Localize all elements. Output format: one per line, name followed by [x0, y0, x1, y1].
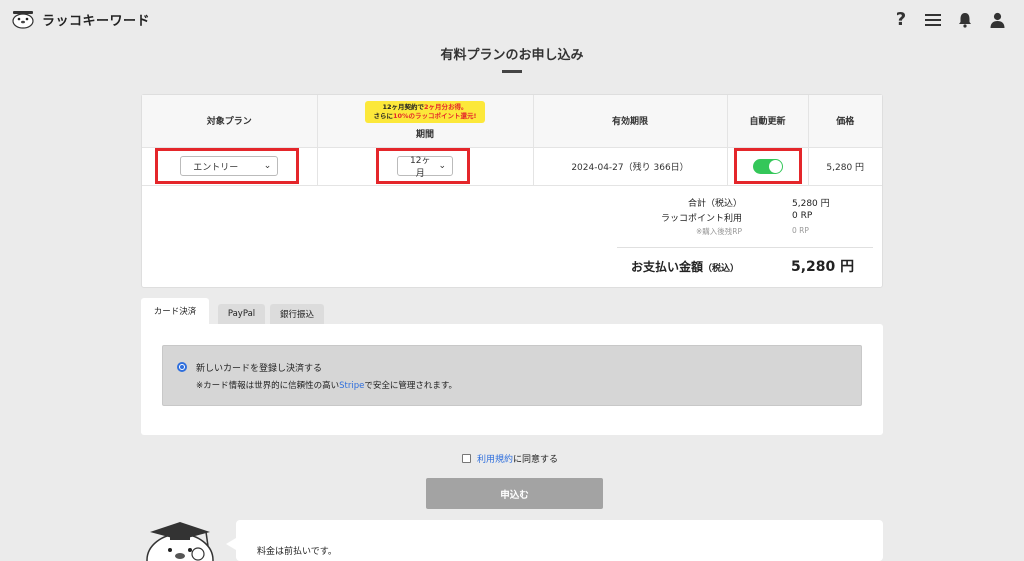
new-card-radio[interactable] [177, 362, 187, 372]
logo[interactable]: ラッコキーワード [10, 9, 150, 29]
top-bar: ラッコキーワード ? [0, 0, 1024, 40]
remaining-label: ※購入後残RP [695, 227, 742, 236]
new-card-label: 新しいカードを登録し決済する [196, 364, 323, 374]
terms-text: に同意する [513, 455, 559, 465]
highlight-plan-select [155, 148, 299, 184]
card-option-box: 新しいカードを登録し決済する ※カード情報は世界的に信頼性の高いStripeで安… [162, 345, 862, 406]
tab-paypal[interactable]: PayPal [218, 304, 265, 324]
speech-bubble: 料金は前払いです。 [226, 520, 883, 561]
otter-mascot-icon [146, 522, 214, 561]
help-glyph: ? [895, 9, 907, 30]
highlight-auto-renew [734, 148, 802, 184]
bell-icon[interactable] [956, 11, 974, 29]
promo-line1-b: 2ヶ月分お得。 [424, 103, 468, 112]
logo-text: ラッコキーワード [42, 13, 151, 29]
payment-value: 5,280 円 [791, 259, 855, 275]
menu-icon[interactable] [924, 11, 942, 29]
tab-card[interactable]: カード決済 [141, 298, 209, 324]
card-payment-panel: 新しいカードを登録し決済する ※カード情報は世界的に信頼性の高いStripeで安… [141, 324, 883, 435]
otter-logo-icon [12, 11, 34, 29]
user-icon[interactable] [988, 11, 1006, 29]
expiry-cell: 2024-04-27（残り 366日） [533, 147, 728, 186]
stripe-link[interactable]: Stripe [339, 381, 364, 391]
promo-badge: 12ヶ月契約で2ヶ月分お得。 さらに10%のラッコポイント還元! [365, 101, 485, 124]
header-plan: 対象プラン [142, 95, 318, 148]
points-value: 0 RP [792, 211, 813, 221]
promo-line2-a: さらに [373, 112, 393, 121]
header-price: 価格 [808, 95, 882, 148]
points-label: ラッコポイント利用 [660, 214, 742, 224]
tab-bank[interactable]: 銀行振込 [270, 304, 324, 324]
header-period-label: 期間 [415, 130, 434, 141]
terms-agreement: 利用規約に同意する [462, 452, 558, 465]
summary-divider [617, 247, 873, 248]
promo-line2-b: 10%のラッコポイント還元! [392, 112, 477, 121]
payment-label-text: お支払い金額 [630, 260, 703, 274]
terms-link[interactable]: 利用規約 [477, 455, 513, 465]
card-note: ※カード情報は世界的に信頼性の高いStripeで安全に管理されます。 [196, 379, 457, 391]
title-underline [502, 70, 522, 73]
total-value: 5,280 円 [792, 199, 830, 209]
page-title: 有料プランのお申し込み [440, 48, 584, 63]
remaining-value: 0 RP [792, 226, 809, 235]
total-label: 合計（税込） [687, 199, 742, 209]
submit-button[interactable]: 申込む [426, 478, 603, 509]
help-icon[interactable]: ? [892, 11, 910, 29]
plan-card: 対象プラン 12ヶ月契約で2ヶ月分お得。 さらに10%のラッコポイント還元! 期… [141, 94, 883, 288]
payment-tax: （税込） [702, 264, 739, 274]
payment-label: お支払い金額（税込） [631, 258, 739, 275]
card-note-after: で安全に管理されます。 [364, 381, 457, 391]
bubble-text: 料金は前払いです。 [257, 547, 337, 557]
promo-line1-a: 12ヶ月契約で [382, 103, 424, 112]
card-note-before: ※カード情報は世界的に信頼性の高い [196, 381, 340, 391]
header-expiry: 有効期限 [533, 95, 728, 148]
highlight-period-select [376, 148, 470, 184]
header-period: 12ヶ月契約で2ヶ月分お得。 さらに10%のラッコポイント還元! 期間 [317, 95, 534, 148]
header-auto-renew: 自動更新 [727, 95, 809, 148]
price-cell: 5,280 円 [808, 147, 882, 186]
terms-checkbox[interactable] [462, 454, 471, 463]
